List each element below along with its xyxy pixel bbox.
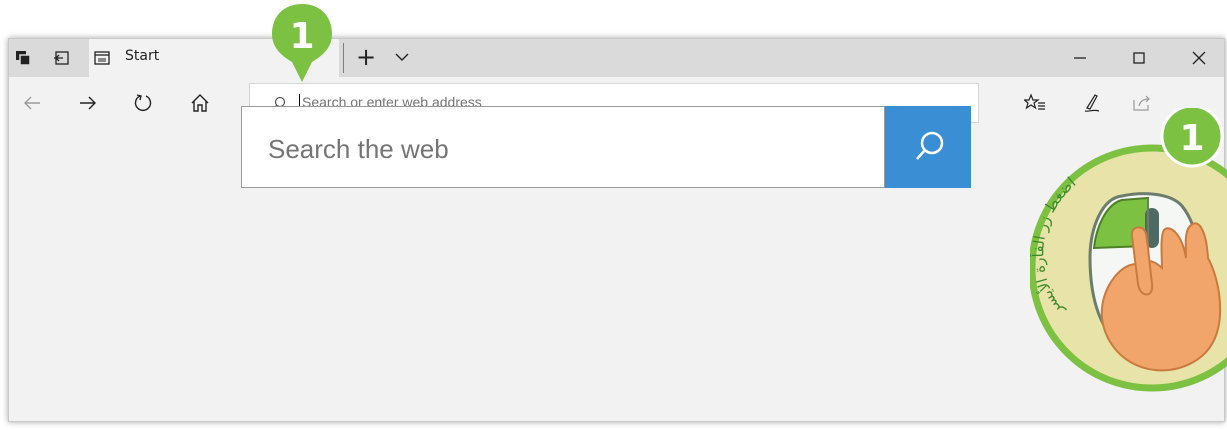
home-icon[interactable] [189,92,211,114]
web-search-button[interactable] [885,106,971,188]
search-icon [916,131,944,160]
close-icon[interactable] [1186,45,1212,71]
left-click-instruction-badge: اضغط زر الفأرة الأيسر 1 [1030,108,1227,392]
tab-preview-icon[interactable] [15,50,31,66]
tab-list-chevron-icon[interactable] [394,49,410,65]
minimize-icon[interactable] [1067,45,1093,71]
callout-number: 1 [289,16,314,57]
forward-icon[interactable] [77,92,99,114]
badge-step-number: 1 [1179,118,1204,159]
step-callout-pin: 1 [272,4,332,82]
title-bar: Start + [9,39,1224,77]
maximize-icon[interactable] [1126,45,1152,71]
new-tab-icon[interactable]: + [356,43,376,71]
set-aside-tabs-icon[interactable] [53,50,69,66]
web-search-box[interactable] [241,106,885,188]
back-icon[interactable] [21,92,43,114]
page-icon [94,51,110,65]
web-search-input[interactable] [266,133,870,166]
tab-separator [343,43,344,73]
tab-title: Start [125,48,160,64]
refresh-icon[interactable] [132,92,154,114]
